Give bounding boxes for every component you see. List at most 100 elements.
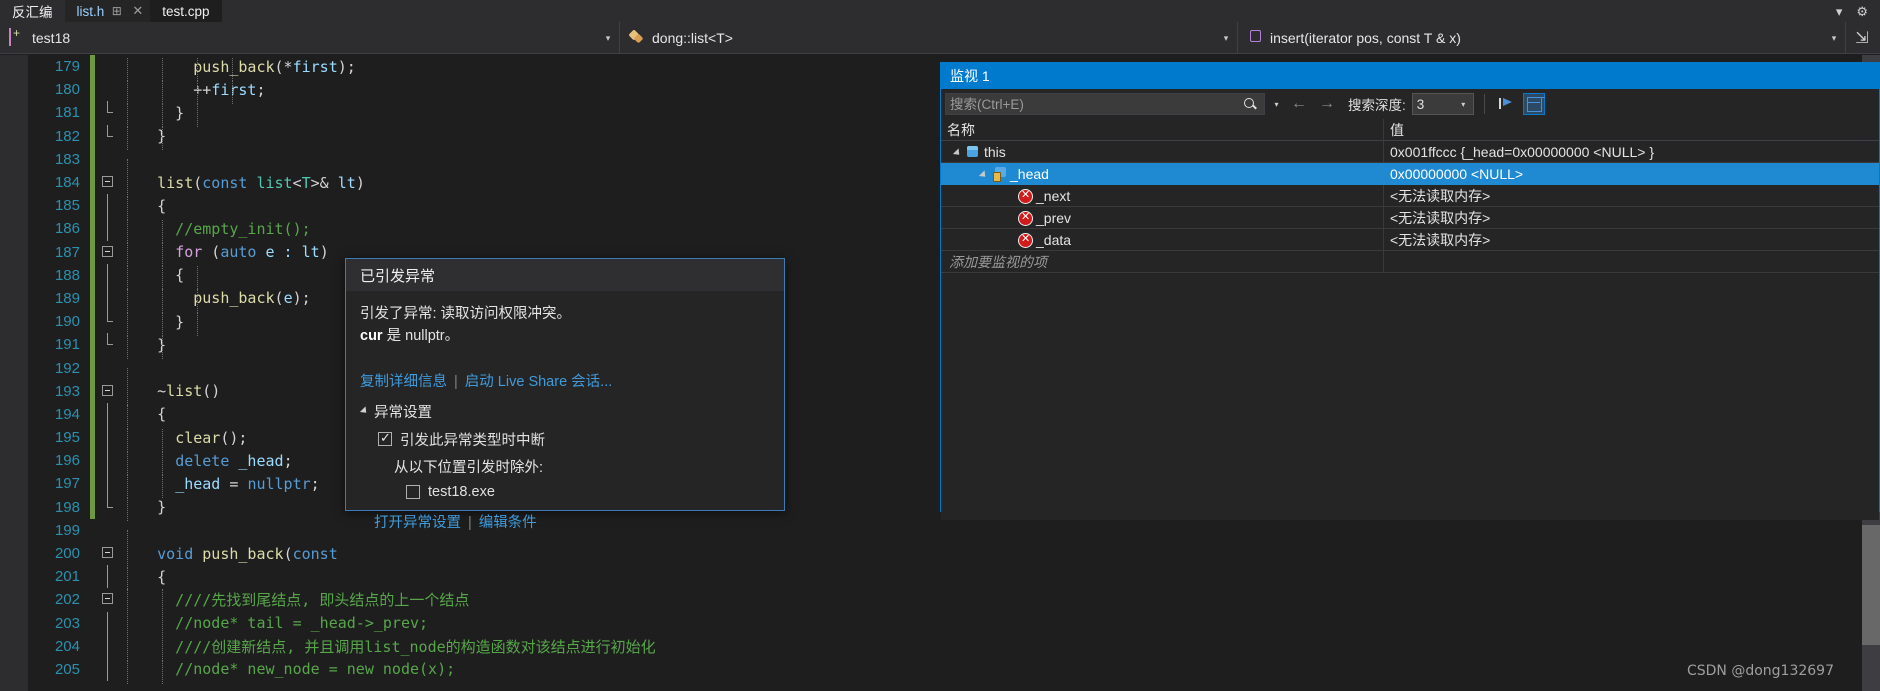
watch-row-value[interactable]: 0x00000000 <NULL> bbox=[1384, 162, 1879, 185]
watch-row[interactable]: _data <无法读取内存> bbox=[941, 228, 1879, 251]
outlining-margin[interactable] bbox=[95, 194, 121, 218]
breakpoint-margin[interactable] bbox=[0, 55, 28, 691]
watch-row-name-cell[interactable]: _next bbox=[941, 184, 1384, 207]
outlining-margin[interactable] bbox=[95, 472, 121, 496]
search-options-chevron-down-icon[interactable]: ▾ bbox=[1271, 100, 1282, 109]
scrollbar-thumb[interactable] bbox=[1862, 525, 1880, 645]
collapse-region-icon[interactable] bbox=[102, 175, 113, 187]
code-text[interactable]: void push_back(const bbox=[121, 544, 1880, 568]
outlining-margin[interactable] bbox=[95, 426, 121, 450]
outlining-margin[interactable] bbox=[95, 55, 121, 78]
chevron-down-icon[interactable]: ▾ bbox=[599, 33, 617, 44]
outlining-margin[interactable] bbox=[95, 565, 121, 589]
exception-settings-header[interactable]: 异常设置 bbox=[359, 401, 770, 422]
outlining-margin[interactable] bbox=[95, 263, 121, 287]
search-next-arrow-icon[interactable]: → bbox=[1316, 95, 1338, 113]
outlining-margin[interactable] bbox=[95, 356, 121, 379]
outlining-margin[interactable] bbox=[95, 657, 121, 682]
type-selector[interactable]: dong::list<T> ▾ bbox=[620, 22, 1238, 54]
outlining-margin[interactable] bbox=[95, 542, 121, 565]
outlining-margin[interactable] bbox=[95, 588, 121, 611]
triangle-expander-icon[interactable] bbox=[953, 141, 965, 163]
column-header-value[interactable]: 值 bbox=[1384, 119, 1879, 141]
outlining-margin[interactable] bbox=[95, 449, 121, 473]
add-watch-item-row[interactable]: 添加要监视的项 bbox=[941, 250, 1879, 273]
code-line[interactable]: 203 //node* tail = _head->_prev; bbox=[28, 611, 1880, 638]
watch-row-name-cell[interactable]: _head bbox=[941, 162, 1384, 185]
exception-thrown-popup[interactable]: 已引发异常 引发了异常: 读取访问权限冲突。 cur 是 nullptr。 复制… bbox=[345, 258, 785, 531]
exe-exclusion-checkbox[interactable] bbox=[406, 484, 420, 499]
outlining-margin[interactable] bbox=[95, 286, 121, 311]
outlining-margin[interactable] bbox=[95, 519, 121, 542]
search-previous-arrow-icon[interactable]: ← bbox=[1288, 95, 1310, 113]
gear-icon[interactable]: ⚙ bbox=[1856, 5, 1868, 18]
watch-search-box[interactable] bbox=[945, 93, 1265, 115]
chevron-down-icon[interactable]: ▾ bbox=[1217, 33, 1235, 44]
outlining-margin[interactable] bbox=[95, 124, 121, 148]
outlining-margin[interactable] bbox=[95, 495, 121, 519]
watch-row-value[interactable]: <无法读取内存> bbox=[1384, 207, 1879, 229]
outlining-margin[interactable] bbox=[95, 101, 121, 124]
add-watch-item-value-cell[interactable] bbox=[1384, 251, 1879, 273]
exe-exclusion-row[interactable]: test18.exe bbox=[406, 484, 770, 500]
project-selector[interactable]: test18 ▾ bbox=[0, 22, 620, 54]
watch-row-name-cell[interactable]: _prev bbox=[941, 206, 1384, 229]
watch-window[interactable]: 监视 1 ▾ ← → 搜索深度: 3 ▾ 名称 值 this 0x001ffccc… bbox=[940, 62, 1880, 520]
collapse-region-icon[interactable] bbox=[102, 546, 113, 558]
search-input[interactable] bbox=[950, 96, 1243, 112]
triangle-expander-icon[interactable] bbox=[979, 163, 991, 185]
outlining-margin[interactable] bbox=[95, 310, 121, 333]
outlining-margin[interactable] bbox=[95, 611, 121, 635]
open-exception-settings-link[interactable]: 打开异常设置 bbox=[374, 515, 461, 531]
watch-row[interactable]: this 0x001ffccc {_head=0x00000000 <NULL> … bbox=[941, 140, 1879, 163]
edit-conditions-link[interactable]: 编辑条件 bbox=[479, 515, 537, 531]
code-text[interactable]: { bbox=[121, 567, 1880, 591]
tab-list-h[interactable]: list.h ⊞ ✕ bbox=[64, 0, 151, 22]
column-header-name[interactable]: 名称 bbox=[941, 118, 1384, 141]
columns-layout-icon[interactable] bbox=[1522, 93, 1545, 115]
collapse-region-icon[interactable] bbox=[102, 245, 113, 257]
outlining-margin[interactable] bbox=[95, 148, 121, 171]
watch-row-value[interactable]: <无法读取内存> bbox=[1384, 185, 1879, 207]
collapse-region-icon[interactable] bbox=[102, 593, 113, 605]
outlining-margin[interactable] bbox=[95, 171, 121, 194]
tab-test-cpp[interactable]: test.cpp bbox=[150, 0, 222, 22]
outlining-margin[interactable] bbox=[95, 217, 121, 241]
outlining-margin[interactable] bbox=[95, 78, 121, 101]
triangle-expander-icon[interactable] bbox=[359, 406, 370, 417]
search-icon[interactable] bbox=[1243, 97, 1258, 112]
code-text[interactable]: //node* tail = _head->_prev; bbox=[121, 614, 1880, 638]
outlining-margin[interactable] bbox=[95, 380, 121, 403]
watch-row-name-cell[interactable]: this bbox=[941, 140, 1384, 163]
live-share-link[interactable]: 启动 Live Share 会话... bbox=[465, 374, 612, 390]
watch-row-name-cell[interactable]: _data bbox=[941, 228, 1384, 251]
copy-details-link[interactable]: 复制详细信息 bbox=[360, 374, 447, 390]
tab-disassembly[interactable]: 反汇编 bbox=[0, 0, 65, 22]
code-line[interactable]: 200 void push_back(const bbox=[28, 542, 1880, 568]
watch-row[interactable]: _prev <无法读取内存> bbox=[941, 206, 1879, 229]
chevron-down-icon[interactable]: ▾ bbox=[1825, 33, 1843, 44]
code-text[interactable]: //node* new_node = new node(x); bbox=[121, 660, 1880, 684]
code-text[interactable]: ////先找到尾结点, 即头结点的上一个结点 bbox=[121, 589, 1880, 613]
code-line[interactable]: 204 ////创建新结点, 并且调用list_node的构造函数对该结点进行初… bbox=[28, 634, 1880, 659]
add-watch-item-placeholder[interactable]: 添加要监视的项 bbox=[941, 250, 1384, 273]
break-when-thrown-checkbox[interactable] bbox=[378, 430, 392, 447]
search-depth-selector[interactable]: 3 ▾ bbox=[1411, 93, 1474, 115]
outlining-margin[interactable] bbox=[95, 241, 121, 264]
break-when-thrown-row[interactable]: 引发此异常类型时中断 bbox=[378, 429, 770, 450]
code-text[interactable]: ////创建新结点, 并且调用list_node的构造函数对该结点进行初始化 bbox=[121, 635, 1880, 659]
watch-row[interactable]: _next <无法读取内存> bbox=[941, 184, 1879, 207]
member-selector[interactable]: insert(iterator pos, const T & x) ▾ bbox=[1238, 22, 1846, 54]
chevron-down-icon[interactable]: ▾ bbox=[1458, 100, 1469, 109]
code-line[interactable]: 199 bbox=[28, 519, 1880, 554]
watch-empty-area[interactable] bbox=[941, 273, 1879, 520]
outlining-margin[interactable] bbox=[95, 333, 121, 356]
watch-variables-grid[interactable]: 名称 值 this 0x001ffccc {_head=0x00000000 <N… bbox=[941, 118, 1879, 520]
outlining-margin[interactable] bbox=[95, 402, 121, 426]
close-icon[interactable]: ✕ bbox=[129, 3, 146, 20]
split-view-button[interactable]: ⇲ bbox=[1850, 26, 1874, 50]
code-line[interactable]: 201 { bbox=[28, 565, 1880, 591]
chevron-down-icon[interactable]: ▾ bbox=[1836, 5, 1843, 18]
pin-icon[interactable]: ⊞ bbox=[108, 3, 125, 20]
watch-row-value[interactable]: <无法读取内存> bbox=[1384, 229, 1879, 251]
